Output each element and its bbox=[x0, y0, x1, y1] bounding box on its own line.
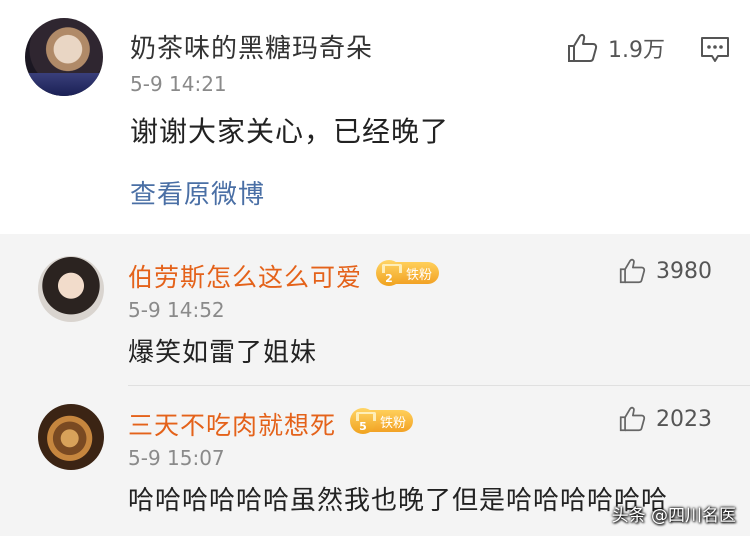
username[interactable]: 三天不吃肉就想死 bbox=[128, 406, 336, 442]
comment-text: 谢谢大家关心，已经晚了 bbox=[130, 115, 450, 148]
main-comment: 奶茶味的黑糖玛奇朵 5-9 14:21 谢谢大家关心，已经晚了 查看原微博 1.… bbox=[0, 0, 750, 230]
thumbs-up-icon bbox=[566, 33, 598, 63]
badge-level: 2 bbox=[385, 272, 393, 285]
comment-text: 爆笑如雷了姐妹 bbox=[128, 338, 318, 368]
thumbs-up-icon bbox=[618, 258, 646, 284]
badge-label: 铁粉 bbox=[396, 262, 440, 284]
list-item: 伯劳斯怎么这么可爱 2 铁粉 5-9 14:52 爆笑如雷了姐妹 3980 bbox=[0, 234, 750, 386]
like-button[interactable]: 3980 bbox=[618, 258, 712, 284]
thumbs-up-icon bbox=[618, 406, 646, 432]
username[interactable]: 伯劳斯怎么这么可爱 bbox=[128, 258, 362, 294]
view-original-post-link[interactable]: 查看原微博 bbox=[130, 174, 265, 211]
crown-icon: 5 bbox=[350, 408, 376, 434]
weibo-comment-screen: 奶茶味的黑糖玛奇朵 5-9 14:21 谢谢大家关心，已经晚了 查看原微博 1.… bbox=[0, 0, 750, 536]
watermark: 头条 @四川名医 bbox=[611, 506, 736, 526]
reply-list: 伯劳斯怎么这么可爱 2 铁粉 5-9 14:52 爆笑如雷了姐妹 3980 三天… bbox=[0, 234, 750, 536]
like-count: 3980 bbox=[656, 258, 712, 284]
like-count: 2023 bbox=[656, 406, 712, 432]
comment-time: 5-9 15:07 bbox=[128, 446, 225, 470]
avatar[interactable] bbox=[38, 256, 104, 322]
badge-label: 铁粉 bbox=[370, 410, 414, 432]
like-button[interactable]: 1.9万 bbox=[566, 32, 665, 64]
like-button[interactable]: 2023 bbox=[618, 406, 712, 432]
avatar[interactable] bbox=[38, 404, 104, 470]
fan-badge[interactable]: 5 铁粉 bbox=[350, 408, 414, 434]
comment-time: 5-9 14:52 bbox=[128, 298, 225, 322]
crown-icon: 2 bbox=[376, 260, 402, 286]
badge-level: 5 bbox=[359, 420, 367, 433]
like-count: 1.9万 bbox=[608, 38, 665, 63]
comment-text: 哈哈哈哈哈哈虽然我也晚了但是哈哈哈哈哈哈 bbox=[128, 486, 669, 516]
comment-time: 5-9 14:21 bbox=[130, 72, 227, 96]
comment-button[interactable] bbox=[700, 36, 730, 64]
username[interactable]: 奶茶味的黑糖玛奇朵 bbox=[130, 28, 373, 65]
avatar[interactable] bbox=[25, 18, 103, 96]
fan-badge[interactable]: 2 铁粉 bbox=[376, 260, 440, 286]
comment-icon bbox=[700, 36, 730, 64]
